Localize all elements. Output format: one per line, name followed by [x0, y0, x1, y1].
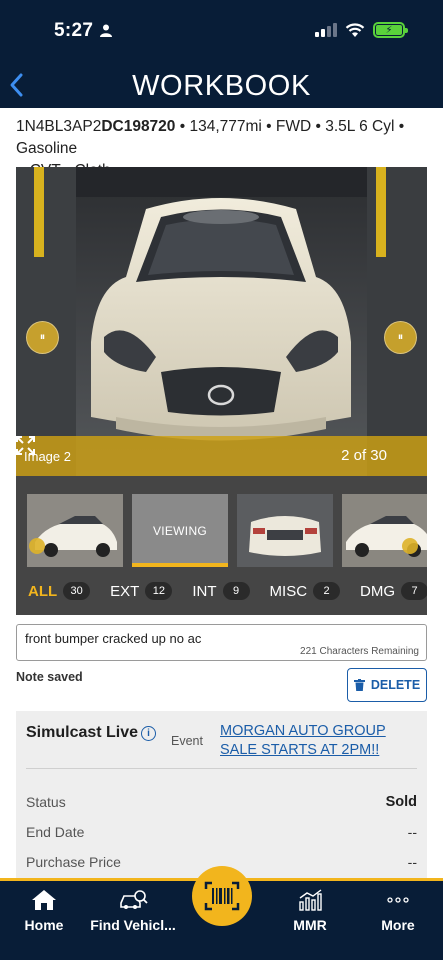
delete-note-button[interactable]: DELETE: [347, 668, 427, 702]
image-counter: 2 of 30: [341, 447, 387, 464]
end-date-label: End Date: [26, 824, 85, 840]
characters-remaining: 221 Characters Remaining: [300, 646, 419, 657]
simulcast-title: Simulcast Live: [26, 724, 139, 741]
bar-chart-icon: [299, 889, 322, 911]
filter-count: 30: [63, 582, 91, 600]
barcode-scan-button[interactable]: [192, 866, 252, 926]
simulcast-card: Simulcast Live i Event MORGAN AUTO GROUP…: [16, 711, 427, 881]
page-title: WORKBOOK: [132, 70, 311, 102]
tab-mmr[interactable]: MMR: [280, 881, 340, 960]
filter-tab-all[interactable]: ALL 30: [28, 582, 91, 600]
divider: [26, 768, 417, 769]
photo-filter-tabs: ALL 30 EXT 12 INT 9 MISC 2 DMG 7: [28, 582, 427, 600]
purchase-price-value: --: [407, 854, 417, 870]
car-rear-thumbnail: [237, 494, 333, 567]
status-label: Status: [26, 794, 66, 810]
info-icon[interactable]: i: [141, 726, 156, 741]
trash-icon: [353, 679, 365, 691]
note-text: front bumper cracked up no ac: [25, 631, 202, 646]
event-link[interactable]: MORGAN AUTO GROUP SALE STARTS AT 2PM!!: [220, 722, 420, 760]
barcode-scan-icon: [204, 881, 240, 911]
person-icon: [100, 24, 112, 37]
tab-home[interactable]: Home: [14, 881, 74, 960]
filter-count: 12: [145, 582, 173, 600]
more-dots-icon: [387, 897, 409, 903]
tab-find-vehicle[interactable]: Find Vehicl...: [82, 881, 184, 960]
thumbnail[interactable]: [342, 494, 427, 567]
wifi-icon: [345, 22, 365, 37]
delete-label: DELETE: [370, 678, 421, 692]
thumbnail[interactable]: [237, 494, 333, 567]
car-side-thumbnail: [342, 494, 427, 567]
main-vehicle-photo[interactable]: ⏸ ⏸ Image 2 2 of 30: [16, 167, 427, 476]
filter-count: 9: [222, 582, 250, 600]
photo-caption-bar: Image 2 2 of 30: [16, 436, 427, 476]
viewing-indicator: [132, 563, 228, 567]
filter-count: 7: [401, 582, 427, 600]
thumbnail-strip: VIEWING ALL 30 EXT 12 INT 9 MISC 2 DMG 7: [16, 476, 427, 615]
filter-tab-dmg[interactable]: DMG 7: [360, 582, 427, 600]
battery-charging-icon: ⚡: [373, 22, 408, 38]
status-time: 5:27: [54, 20, 94, 41]
next-image-button[interactable]: ⏸: [384, 321, 417, 354]
viewing-label: VIEWING: [152, 524, 208, 538]
previous-image-button[interactable]: ⏸: [26, 321, 59, 354]
top-bar: 5:27 ⚡ WORKBOOK: [0, 0, 443, 108]
thumbnail[interactable]: [27, 494, 123, 567]
tab-more[interactable]: More: [368, 881, 428, 960]
cellular-signal-icon: [315, 23, 337, 37]
thumbnail-current[interactable]: VIEWING: [132, 494, 228, 567]
end-date-value: --: [407, 824, 417, 840]
filter-count: 2: [313, 582, 341, 600]
filter-tab-ext[interactable]: EXT 12: [110, 582, 173, 600]
car-side-thumbnail: [27, 494, 123, 567]
thumb-prev-button[interactable]: [29, 538, 45, 554]
vin-suffix: DC198720: [101, 118, 176, 135]
thumb-next-button[interactable]: [402, 538, 418, 554]
car-search-icon: [120, 890, 148, 909]
purchase-price-label: Purchase Price: [26, 854, 121, 870]
filter-tab-misc[interactable]: MISC 2: [270, 582, 341, 600]
filter-tab-int[interactable]: INT 9: [192, 582, 250, 600]
car-front-image: [16, 167, 427, 476]
note-saved-status: Note saved: [16, 670, 83, 684]
home-icon: [32, 890, 56, 910]
fullscreen-icon[interactable]: [16, 436, 35, 455]
event-label: Event: [171, 734, 203, 748]
status-indicators: ⚡: [315, 20, 408, 40]
status-value: Sold: [385, 794, 417, 810]
vin-prefix: 1N4BL3AP2: [16, 118, 102, 135]
note-input[interactable]: front bumper cracked up no ac 221 Charac…: [16, 624, 427, 661]
